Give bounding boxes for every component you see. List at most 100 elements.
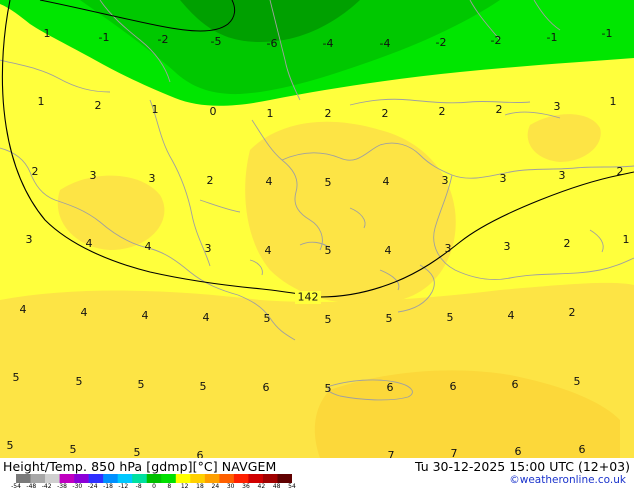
temperature-label: 5 — [325, 244, 332, 257]
map-datetime: Tu 30-12-2025 15:00 UTC (12+03) — [414, 459, 630, 474]
temperature-label: 3 — [90, 169, 97, 182]
scale-swatch — [146, 474, 162, 483]
temperature-label: 4 — [145, 240, 152, 253]
temperature-label: -1 — [602, 27, 613, 40]
temperature-label: -1 — [99, 31, 110, 44]
scale-tick-label: 48 — [272, 483, 281, 490]
temperature-label: 3 — [554, 100, 561, 113]
temperature-label: 3 — [504, 240, 511, 253]
scale-swatch — [277, 474, 292, 483]
temperature-label: -2 — [491, 34, 502, 47]
scale-tick-label: -24 — [87, 483, 98, 490]
temperature-label: 3 — [149, 172, 156, 185]
scale-tick-label: 12 — [180, 483, 189, 490]
temperature-label: -2 — [436, 36, 447, 49]
scale-tick-label: -54 — [11, 483, 21, 490]
scale-tick-label: 8 — [167, 483, 172, 490]
scale-swatch — [74, 474, 89, 483]
weather-map: 142 1 -1 -2 -5 -6 -4 -4 -2 -2 -1 -1 1 2 1 0 1 2 2 2 2 3 1 2 3 3 2… — [0, 0, 634, 458]
temperature-label: -5 — [211, 35, 222, 48]
scale-tick-label: 42 — [257, 483, 266, 490]
temperature-label: 7 — [388, 449, 395, 458]
temperature-label: 2 — [496, 103, 503, 116]
temperature-label: 5 — [574, 375, 581, 388]
scale-tick-label: -8 — [135, 483, 142, 490]
scale-swatch — [16, 474, 31, 483]
temperature-label: -4 — [380, 37, 391, 50]
temperature-label: 6 — [263, 381, 270, 394]
scale-swatch — [45, 474, 60, 483]
temperature-label: 3 — [445, 242, 452, 255]
temperature-label: -1 — [547, 31, 558, 44]
map-title: Height/Temp. 850 hPa [gdmp][°C] NAVGEM — [3, 459, 277, 474]
temperature-label: 7 — [451, 447, 458, 458]
temperature-label: 6 — [512, 378, 519, 391]
temperature-label: 4 — [203, 311, 210, 324]
temperature-label: 3 — [500, 172, 507, 185]
scale-tick-label: -42 — [41, 483, 52, 490]
temperature-label: 5 — [325, 313, 332, 326]
temperature-label: 6 — [579, 443, 586, 456]
temperature-label: 5 — [76, 375, 83, 388]
temperature-label: 1 — [267, 107, 274, 120]
temperature-label: 2 — [569, 306, 576, 319]
color-scale-bar — [16, 474, 292, 483]
scale-swatch — [175, 474, 191, 483]
scale-tick-label: -18 — [103, 483, 113, 490]
scale-swatch — [117, 474, 133, 483]
scale-swatch — [103, 474, 118, 483]
temperature-label: 6 — [450, 380, 457, 393]
temperature-label: 5 — [13, 371, 20, 384]
temperature-label: 4 — [385, 244, 392, 257]
temperature-label: 4 — [81, 306, 88, 319]
temperature-label: -6 — [267, 37, 278, 50]
temperature-label: 5 — [325, 176, 332, 189]
scale-swatch — [233, 474, 249, 483]
temperature-label: 1 — [623, 233, 630, 246]
temperature-label: 5 — [134, 446, 141, 458]
scale-tick-label: 36 — [242, 483, 250, 490]
scale-tick-label: -38 — [57, 483, 67, 490]
temperature-label: 5 — [325, 382, 332, 395]
scale-tick-label: 0 — [152, 483, 156, 490]
scale-swatch — [59, 474, 75, 483]
temperature-label: 5 — [70, 443, 77, 456]
temperature-label: 6 — [197, 449, 204, 458]
temperature-label: 5 — [264, 312, 271, 325]
scale-swatch — [190, 474, 206, 483]
scale-swatch — [204, 474, 220, 483]
temperature-label: 6 — [515, 445, 522, 458]
scale-swatch — [161, 474, 177, 483]
temperature-label: 2 — [439, 105, 446, 118]
temperature-label: 1 — [38, 95, 45, 108]
temperature-label: 3 — [559, 169, 566, 182]
temperature-label: 4 — [508, 309, 515, 322]
temperature-label: 4 — [383, 175, 390, 188]
temperature-label: 2 — [564, 237, 571, 250]
scale-swatch — [88, 474, 104, 483]
scale-swatch — [30, 474, 46, 483]
temperature-label: 5 — [386, 312, 393, 325]
scale-swatch — [262, 474, 278, 483]
temperature-label: 4 — [142, 309, 149, 322]
scale-swatch — [132, 474, 148, 483]
credit-link[interactable]: ©weatheronline.co.uk — [509, 474, 626, 486]
temperature-label: -2 — [158, 33, 169, 46]
scale-tick-label: 18 — [196, 483, 204, 490]
temperature-label: 2 — [95, 99, 102, 112]
scale-swatch — [248, 474, 264, 483]
scale-tick-label: 54 — [288, 483, 296, 490]
temperature-label: 5 — [200, 380, 207, 393]
temperature-label: 2 — [382, 107, 389, 120]
temperature-label: -4 — [323, 37, 334, 50]
temperature-label: 3 — [26, 233, 33, 246]
temperature-label: 3 — [205, 242, 212, 255]
temperature-label: 5 — [138, 378, 145, 391]
temperature-label: 0 — [210, 105, 217, 118]
temperature-label: 1 — [152, 103, 159, 116]
contour-label-142: 142 — [298, 291, 319, 304]
temperature-label: 1 — [610, 95, 617, 108]
temperature-label: 4 — [266, 175, 273, 188]
temperature-label: 4 — [20, 303, 27, 316]
scale-tick-label: 24 — [211, 483, 220, 490]
